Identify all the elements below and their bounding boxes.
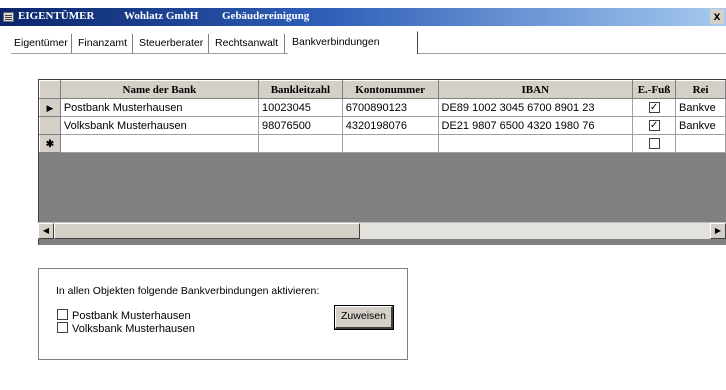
- konto-cell[interactable]: [341, 134, 439, 153]
- konto-cell[interactable]: 4320198076: [341, 116, 439, 135]
- panel-edge: [10, 53, 11, 383]
- blz-cell[interactable]: 98076500: [257, 116, 343, 135]
- table-row[interactable]: ▶ Postbank Musterhausen 10023045 6700890…: [39, 98, 726, 117]
- tab-eigentuemer[interactable]: Eigentümer: [10, 34, 72, 53]
- form-icon: [3, 12, 14, 22]
- iban-cell[interactable]: DE21 9807 6500 4320 1980 76: [437, 116, 634, 135]
- volksbank-checkbox[interactable]: [57, 322, 68, 333]
- reihe-cell[interactable]: Bankve: [675, 98, 726, 117]
- iban-cell[interactable]: [437, 134, 634, 153]
- table-row[interactable]: Volksbank Musterhausen 98076500 43201980…: [39, 116, 726, 135]
- efuss-checkbox[interactable]: ✓: [648, 102, 660, 114]
- column-header-name[interactable]: Name der Bank: [59, 80, 259, 99]
- select-all-cell[interactable]: [39, 80, 61, 99]
- option-postbank[interactable]: Postbank Musterhausen: [57, 309, 191, 322]
- reihe-cell[interactable]: Bankve: [675, 116, 726, 135]
- efuss-cell[interactable]: ✓: [632, 98, 677, 117]
- close-button[interactable]: x: [710, 9, 724, 24]
- option-volksbank[interactable]: Volksbank Musterhausen: [57, 322, 195, 335]
- blz-cell[interactable]: [257, 134, 343, 153]
- bank-name-cell[interactable]: Volksbank Musterhausen: [59, 116, 259, 135]
- column-header-blz[interactable]: Bankleitzahl: [257, 80, 343, 99]
- tab-bankverbindungen[interactable]: Bankverbindungen: [288, 31, 418, 54]
- postbank-checkbox[interactable]: [57, 309, 68, 320]
- tab-steuerberater[interactable]: Steuerberater: [135, 34, 209, 53]
- record-selector[interactable]: [39, 116, 61, 135]
- title-section: EIGENTÜMER: [18, 10, 95, 22]
- new-record-icon: ✱: [45, 138, 55, 150]
- scroll-left-icon[interactable]: ◀: [38, 223, 54, 239]
- iban-cell[interactable]: DE89 1002 3045 6700 8901 23: [437, 98, 634, 117]
- option-label: Postbank Musterhausen: [72, 310, 191, 322]
- column-header-efuss[interactable]: E.-Fuß: [632, 80, 677, 99]
- header-row: Name der Bank Bankleitzahl Kontonummer I…: [39, 80, 726, 99]
- record-pointer-icon: ▶: [46, 102, 54, 113]
- column-header-konto[interactable]: Kontonummer: [341, 80, 439, 99]
- title-company: Wohlatz GmbH: [124, 10, 199, 22]
- blz-cell[interactable]: 10023045: [257, 98, 343, 117]
- assign-button[interactable]: Zuweisen: [334, 305, 394, 330]
- reihe-cell[interactable]: [675, 134, 726, 153]
- bank-assignment-group: In allen Objekten folgende Bankverbindun…: [38, 268, 408, 360]
- scroll-right-icon[interactable]: ▶: [710, 223, 726, 239]
- horizontal-scrollbar[interactable]: ◀ ▶: [38, 222, 726, 239]
- column-header-reihe[interactable]: Rei: [675, 80, 726, 99]
- assignment-label: In allen Objekten folgende Bankverbindun…: [56, 285, 320, 297]
- efuss-cell[interactable]: ✓: [632, 116, 677, 135]
- efuss-checkbox[interactable]: [648, 138, 660, 150]
- record-selector[interactable]: ✱: [39, 134, 61, 153]
- konto-cell[interactable]: 6700890123: [341, 98, 439, 117]
- title-bar: EIGENTÜMER Wohlatz GmbH Gebäudereinigung…: [0, 8, 726, 26]
- record-selector[interactable]: ▶: [39, 98, 61, 117]
- bank-name-cell[interactable]: Postbank Musterhausen: [59, 98, 259, 117]
- option-label: Volksbank Musterhausen: [72, 323, 195, 335]
- efuss-cell[interactable]: [632, 134, 677, 153]
- efuss-checkbox[interactable]: ✓: [648, 120, 660, 132]
- bank-name-cell[interactable]: [59, 134, 259, 153]
- column-header-iban[interactable]: IBAN: [437, 80, 634, 99]
- tab-rechtsanwalt[interactable]: Rechtsanwalt: [211, 34, 285, 53]
- scrollbar-thumb[interactable]: [54, 223, 360, 239]
- bank-datasheet: Name der Bank Bankleitzahl Kontonummer I…: [38, 79, 726, 245]
- tab-finanzamt[interactable]: Finanzamt: [74, 34, 133, 53]
- new-record-row[interactable]: ✱: [39, 134, 726, 153]
- title-business: Gebäudereinigung: [222, 10, 310, 22]
